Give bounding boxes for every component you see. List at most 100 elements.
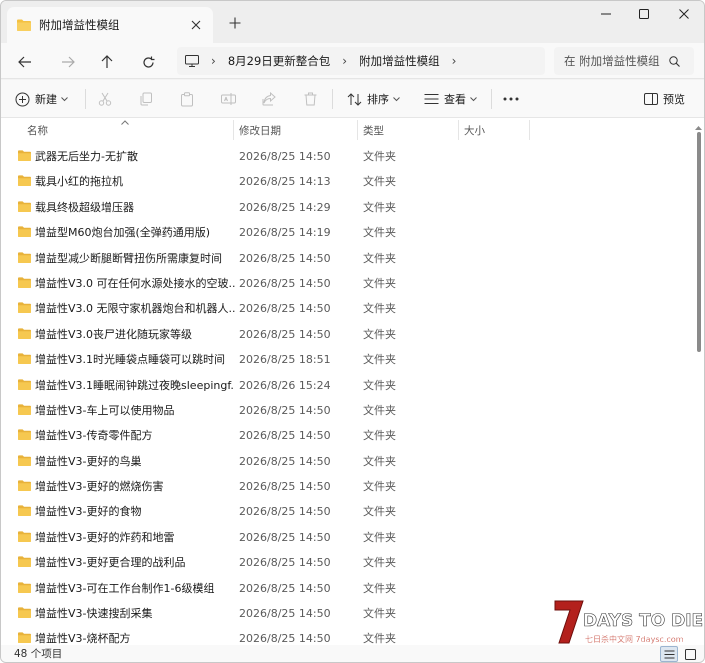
breadcrumb-item[interactable]: 附加增益性模组 (359, 53, 440, 69)
file-date: 2026/8/25 14:50 (239, 251, 331, 265)
maximize-icon[interactable] (624, 1, 664, 27)
new-label: 新建 (35, 93, 57, 106)
table-row[interactable]: 增益性V3-更好的燃烧伤害 2026/8/25 14:50 文件夹 (1, 474, 691, 499)
breadcrumb-item[interactable]: 8月29日更新整合包 (228, 53, 330, 69)
refresh-icon[interactable] (135, 49, 161, 75)
chevron-down-icon (470, 96, 477, 101)
file-date: 2026/8/25 14:19 (239, 226, 331, 240)
close-icon[interactable] (664, 1, 704, 27)
file-name: 增益性V3.1时光睡袋点睡袋可以跳时间 (35, 353, 226, 367)
table-row[interactable]: 增益性V3-更好更合理的战利品 2026/8/25 14:50 文件夹 (1, 550, 691, 575)
column-divider[interactable] (529, 120, 530, 140)
more-options-icon[interactable] (503, 86, 519, 112)
file-type: 文件夹 (363, 530, 396, 544)
preview-button[interactable]: 预览 (644, 86, 685, 112)
column-divider[interactable] (458, 120, 459, 140)
column-divider[interactable] (233, 120, 234, 140)
folder-icon (18, 150, 31, 164)
file-name: 增益性V3.0 可在任何水源处接水的空玻... (35, 276, 235, 290)
table-row[interactable]: 增益性V3.0 无限守家机器炮台和机器人... 2026/8/25 14:50 文件… (1, 296, 691, 321)
folder-icon (18, 404, 31, 418)
table-row[interactable]: 增益性V3-车上可以使用物品 2026/8/25 14:50 文件夹 (1, 398, 691, 423)
chevron-right-icon[interactable]: › (211, 54, 216, 68)
cut-icon[interactable] (98, 86, 112, 112)
table-row[interactable]: 增益性V3.1睡眠闹钟跳过夜晚sleepingf... 2026/8/26 15:… (1, 373, 691, 398)
search-box[interactable] (554, 47, 694, 75)
scroll-up-icon[interactable] (694, 124, 703, 132)
folder-icon (18, 455, 31, 469)
table-row[interactable]: 增益性V3.0 可在任何水源处接水的空玻... 2026/8/25 14:50 文件… (1, 271, 691, 296)
folder-icon (18, 226, 31, 240)
table-row[interactable]: 武器无后坐力-无扩散 2026/8/25 14:50 文件夹 (1, 144, 691, 169)
folder-icon (18, 175, 31, 189)
up-arrow-icon[interactable] (94, 49, 120, 75)
column-date[interactable]: 修改日期 (235, 118, 355, 142)
column-size[interactable]: 大小 (460, 118, 526, 142)
table-row[interactable]: 增益型M60炮台加强(全弹药通用版) 2026/8/25 14:19 文件夹 (1, 220, 691, 245)
file-type: 文件夹 (363, 353, 396, 367)
table-row[interactable]: 增益性V3-更好的炸药和地雷 2026/8/25 14:50 文件夹 (1, 525, 691, 550)
table-row[interactable]: 增益型减少断腿断臂扭伤所需康复时间 2026/8/25 14:50 文件夹 (1, 246, 691, 271)
folder-icon (18, 531, 31, 545)
table-row[interactable]: 增益性V3-更好的鸟巢 2026/8/25 14:50 文件夹 (1, 449, 691, 474)
chevron-right-icon[interactable]: › (452, 54, 457, 68)
table-row[interactable]: 增益性V3-更好的食物 2026/8/25 14:50 文件夹 (1, 499, 691, 524)
file-rows: 武器无后坐力-无扩散 2026/8/25 14:50 文件夹 载具小红的拖拉机 2026… (1, 144, 691, 652)
chevron-down-icon (61, 96, 68, 101)
file-date: 2026/8/25 14:50 (239, 403, 331, 417)
column-type[interactable]: 类型 (359, 118, 455, 142)
paste-icon[interactable] (180, 86, 194, 112)
folder-icon (18, 277, 31, 291)
search-icon[interactable] (662, 49, 686, 73)
table-row[interactable]: 载具小红的拖拉机 2026/8/25 14:13 文件夹 (1, 169, 691, 194)
folder-icon (18, 302, 31, 316)
new-tab-icon[interactable] (225, 13, 245, 33)
close-tab-icon[interactable] (185, 14, 207, 36)
rename-icon[interactable] (221, 86, 236, 112)
folder-icon (18, 378, 31, 393)
table-row[interactable]: 增益性V3.1时光睡袋点睡袋可以跳时间 2026/8/25 18:51 文件夹 (1, 347, 691, 372)
preview-label: 预览 (663, 93, 685, 106)
file-explorer-window: 附加增益性模组 › 8月29日更新整合包 › 附加增益性模组 › 在 附加增益性… (0, 0, 705, 663)
file-date: 2026/8/25 14:29 (239, 200, 331, 214)
minimize-icon[interactable] (586, 1, 626, 27)
vertical-scrollbar[interactable] (693, 118, 704, 645)
file-date: 2026/8/25 14:50 (239, 607, 331, 621)
file-date: 2026/8/25 14:50 (239, 480, 331, 494)
column-divider[interactable] (357, 120, 358, 140)
column-name[interactable]: 名称 (23, 118, 231, 142)
back-arrow-icon[interactable] (12, 49, 38, 75)
monitor-icon (185, 55, 199, 67)
sort-button[interactable]: 排序 (347, 86, 400, 112)
view-label: 查看 (444, 93, 466, 106)
table-row[interactable]: 增益性V3-传奇零件配方 2026/8/25 14:50 文件夹 (1, 423, 691, 448)
file-name: 增益性V3-传奇零件配方 (35, 429, 153, 443)
file-name: 增益性V3-更好的食物 (35, 505, 142, 519)
file-date: 2026/8/25 14:50 (239, 556, 331, 570)
search-input[interactable] (554, 48, 662, 74)
file-type: 文件夹 (363, 429, 396, 443)
view-button[interactable]: 查看 (424, 86, 477, 112)
file-name: 增益性V3-更好更合理的战利品 (35, 556, 186, 570)
tab-current-folder[interactable]: 附加增益性模组 (7, 7, 213, 43)
copy-icon[interactable] (139, 86, 153, 112)
divider (85, 89, 86, 109)
chevron-right-icon[interactable]: › (342, 54, 347, 68)
new-button[interactable]: 新建 (15, 86, 68, 112)
table-row[interactable]: 增益性V3.0丧尸进化随玩家等级 2026/8/25 14:50 文件夹 (1, 322, 691, 347)
file-name: 增益性V3-快速搜刮采集 (35, 607, 153, 621)
share-icon[interactable] (262, 86, 276, 112)
scroll-thumb[interactable] (697, 132, 701, 352)
breadcrumb[interactable]: › 8月29日更新整合包 › 附加增益性模组 › (177, 47, 545, 75)
folder-icon (18, 480, 31, 494)
file-date: 2026/8/25 18:51 (239, 353, 331, 367)
file-type: 文件夹 (363, 327, 396, 341)
file-type: 文件夹 (363, 556, 396, 570)
file-type: 文件夹 (363, 607, 396, 621)
command-bar: 新建 排序 查看 预览 (1, 80, 704, 118)
file-type: 文件夹 (363, 226, 396, 240)
file-date: 2026/8/26 15:24 (239, 378, 331, 392)
forward-arrow-icon[interactable] (55, 49, 81, 75)
table-row[interactable]: 载具终极超级增压器 2026/8/25 14:29 文件夹 (1, 195, 691, 220)
delete-icon[interactable] (304, 86, 317, 112)
